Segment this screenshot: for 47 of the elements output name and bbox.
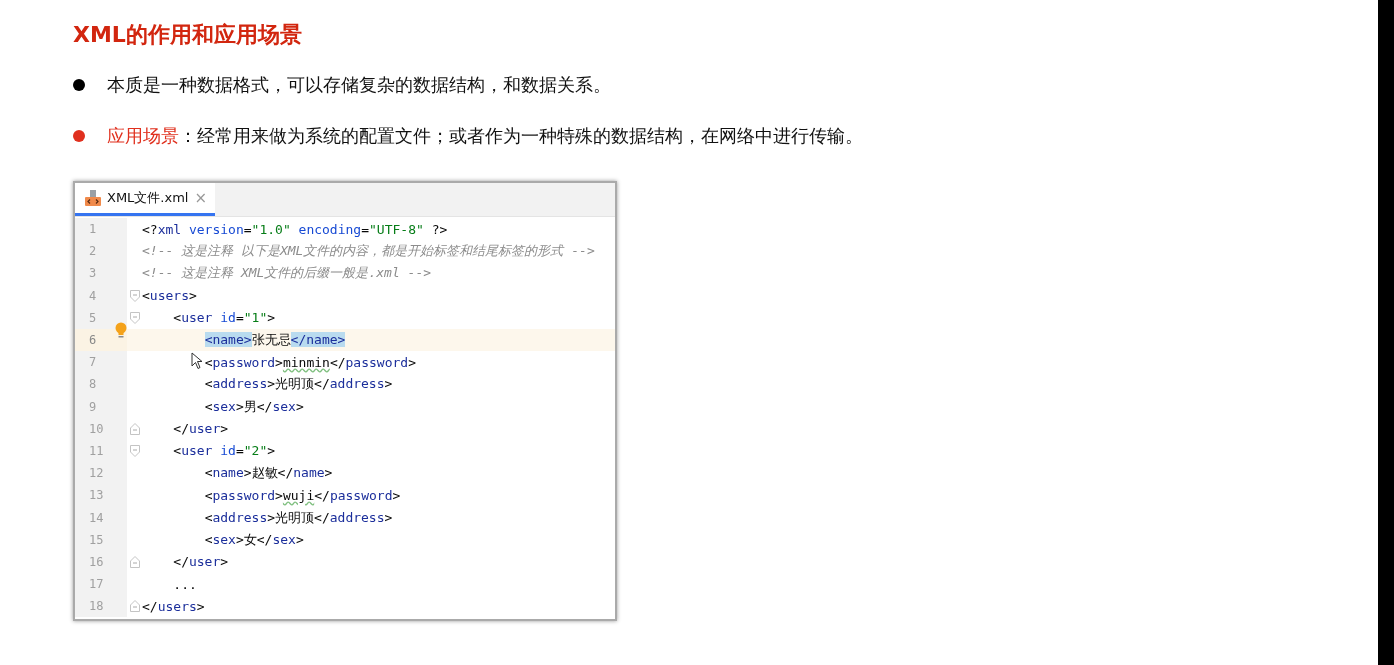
line-number: 3 [75, 262, 127, 285]
code-line: <?xml version="1.0" encoding="UTF-8" ?> [142, 221, 448, 237]
line-number: 4 [75, 284, 127, 307]
code-line: <name>赵敏</name> [204, 464, 333, 483]
code-line: <password>minmin</password> [204, 354, 416, 370]
code-line: </user> [173, 554, 229, 570]
line-number: 9 [75, 395, 127, 418]
code-line: </user> [173, 421, 229, 437]
code-line: <sex>女</sex> [204, 530, 304, 549]
line-number: 15 [75, 528, 127, 551]
fold-marker-icon[interactable] [129, 289, 140, 302]
code-line: <users> [142, 288, 197, 304]
code-line: <address>光明顶</address> [204, 508, 393, 527]
bullet-text: 本质是一种数据格式，可以存储复杂的数据结构，和数据关系。 [107, 74, 611, 96]
line-number: 17 [75, 573, 127, 596]
line-number: 1 [75, 218, 127, 241]
file-tab[interactable]: XML文件.xml × [75, 183, 216, 216]
fold-marker-icon[interactable] [129, 600, 140, 613]
fold-marker-icon[interactable] [129, 555, 140, 568]
code-line: <password>wuji</password> [204, 487, 401, 503]
code-line: <user id="1"> [173, 310, 276, 326]
fold-marker-icon[interactable] [129, 444, 140, 457]
slide-title: XML的作用和应用场景 [73, 21, 303, 49]
line-number: 7 [75, 351, 127, 374]
line-number: 10 [75, 417, 127, 440]
line-number: 12 [75, 462, 127, 485]
xml-file-icon [85, 190, 101, 206]
fold-marker-icon[interactable] [129, 311, 140, 324]
code-line: </users> [142, 598, 205, 614]
mouse-pointer-icon [191, 352, 203, 370]
code-line: <address>光明顶</address> [204, 375, 393, 394]
bullet-text: 应用场景：经常用来做为系统的配置文件；或者作为一种特殊的数据结构，在网络中进行传输。 [107, 125, 863, 147]
line-number: 2 [75, 240, 127, 263]
code-line: <name>张无忌</name> [204, 331, 346, 350]
line-number: 18 [75, 595, 127, 618]
code-line: ... [173, 576, 197, 592]
code-line: <!-- 这是注释 XML文件的后缀一般是.xml --> [142, 264, 432, 283]
line-number: 16 [75, 550, 127, 573]
line-number: 8 [75, 373, 127, 396]
line-number: 13 [75, 484, 127, 507]
line-number: 14 [75, 506, 127, 529]
fold-marker-icon[interactable] [129, 422, 140, 435]
code-line: <sex>男</sex> [204, 397, 304, 416]
line-number: 11 [75, 439, 127, 463]
lightbulb-icon[interactable] [115, 322, 127, 340]
code-line: <user id="2"> [173, 443, 276, 459]
code-line: <!-- 这是注释 以下是XML文件的内容，都是开始标签和结尾标签的形式 --> [142, 242, 595, 261]
